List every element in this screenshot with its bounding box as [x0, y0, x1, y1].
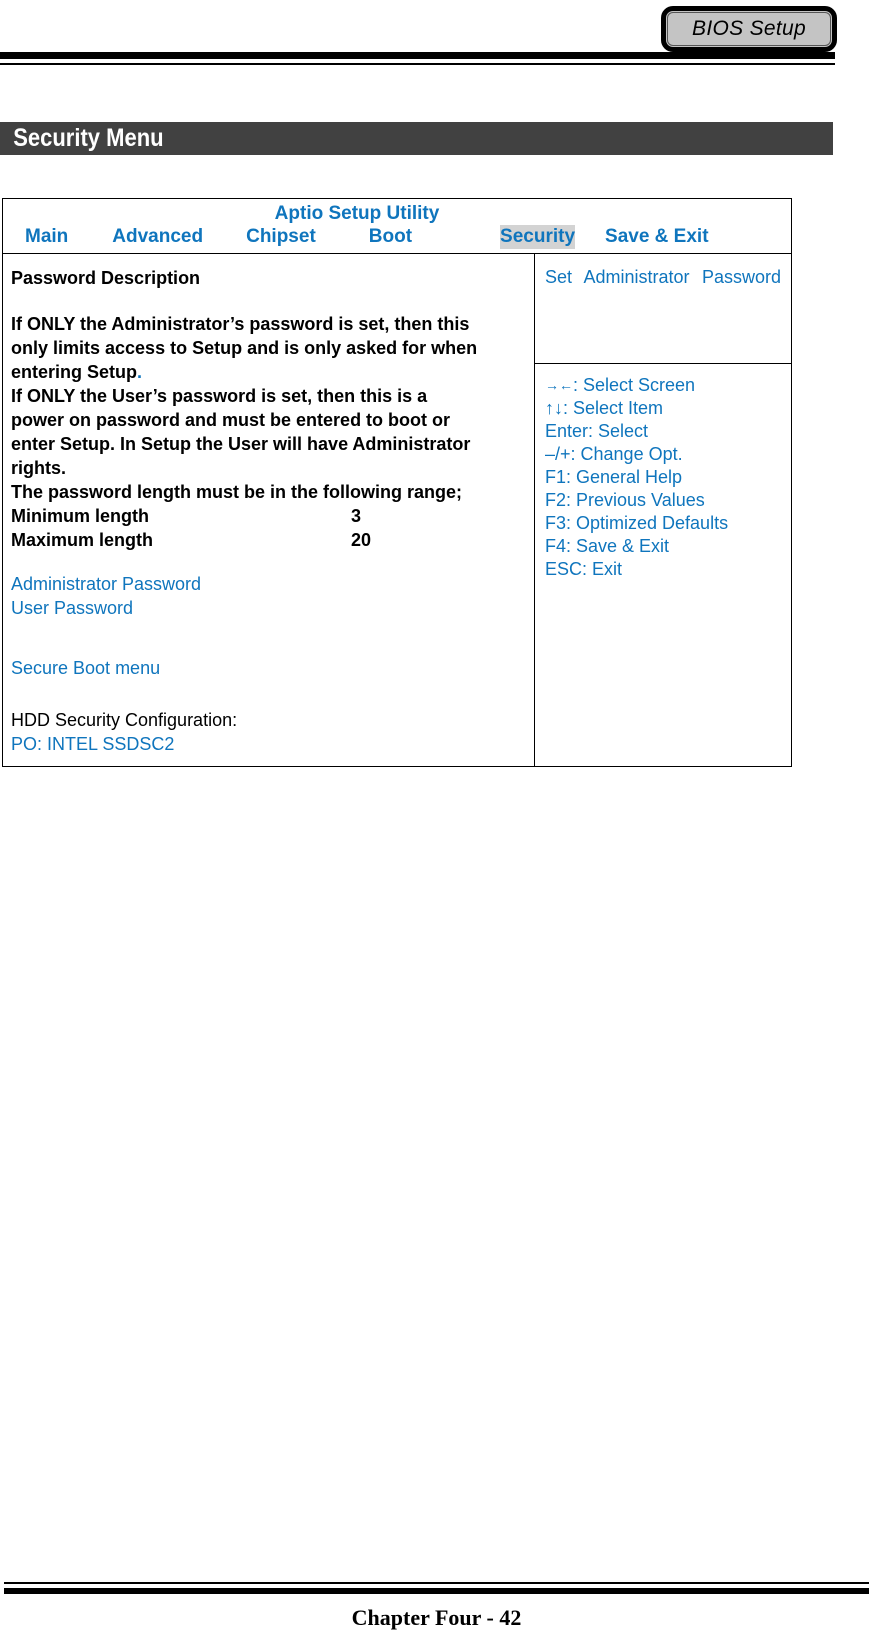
tab-save-and-exit[interactable]: Save & Exit [605, 225, 709, 249]
bios-tab-bar: Main Advanced Chipset Boot Security Save… [3, 225, 791, 249]
key-legend-enter-select: Enter: Select [545, 421, 649, 441]
key-legend-label: : Select Item [563, 398, 664, 418]
key-legend-panel: →←: Select Screen ↑↓: Select Item Enter:… [535, 364, 791, 766]
minimum-length-label: Minimum length [11, 506, 149, 526]
bios-setup-tab-inner: BIOS Setup [667, 12, 831, 46]
key-legend-select-screen: →←: Select Screen [545, 374, 781, 397]
bios-menu-header: Aptio Setup Utility Main Advanced Chipse… [3, 199, 791, 254]
footer-rule-thin [4, 1582, 869, 1584]
key-legend-general-help: F1: General Help [545, 467, 683, 487]
footer-page-label: Chapter Four - 42 [351, 1605, 522, 1630]
tab-security[interactable]: Security [500, 225, 576, 249]
bios-setup-tab-label: BIOS Setup [692, 17, 806, 40]
bios-left-pane: Password Description If ONLY the Adminis… [3, 254, 535, 766]
desc-line: power on password and must be entered to… [11, 410, 451, 430]
bios-right-pane: Set Administrator Password →←: Select Sc… [535, 254, 791, 766]
menu-item-secure-boot-menu[interactable]: Secure Boot menu [11, 656, 528, 680]
bios-setup-tab: BIOS Setup [661, 6, 837, 52]
up-down-arrow-icon: ↑↓ [545, 398, 563, 418]
header-rule-thin [0, 63, 835, 65]
bios-body: Password Description If ONLY the Adminis… [3, 254, 791, 766]
desc-line: If ONLY the Administrator’s password is … [11, 314, 470, 334]
desc-trailing-dot: . [137, 362, 143, 382]
desc-line-text: entering Setup [11, 362, 138, 382]
bios-screen: Aptio Setup Utility Main Advanced Chipse… [2, 198, 792, 767]
key-legend-optimized-defaults: F3: Optimized Defaults [545, 513, 729, 533]
page-title: Security Menu [13, 124, 164, 152]
utility-title: Aptio Setup Utility [274, 203, 440, 224]
help-panel: Set Administrator Password [535, 254, 791, 364]
desc-line: only limits access to Setup and is only … [11, 338, 478, 358]
password-description-heading: Password Description [11, 268, 201, 288]
tab-boot[interactable]: Boot [369, 225, 412, 249]
maximum-length-value: 20 [351, 530, 372, 550]
section-title-bar: Security Menu [0, 122, 833, 155]
maximum-length-label: Maximum length [11, 530, 154, 550]
key-legend-esc-exit: ESC: Exit [545, 559, 623, 579]
key-legend-save-and-exit: F4: Save & Exit [545, 536, 670, 556]
password-description-text: If ONLY the Administrator’s password is … [11, 312, 528, 504]
help-text: Set Administrator Password [545, 267, 781, 287]
key-legend-label: : Select Screen [573, 375, 696, 395]
footer-rule-thick [4, 1588, 869, 1594]
hdd-security-configuration-heading: HDD Security Configuration: [11, 710, 238, 730]
menu-item-administrator-password[interactable]: Administrator Password [11, 572, 528, 596]
desc-line: If ONLY the User’s password is set, then… [11, 386, 428, 406]
menu-item-user-password[interactable]: User Password [11, 596, 528, 620]
minimum-length-row: Minimum length 3 [11, 504, 528, 528]
menu-item-hdd-device[interactable]: PO: INTEL SSDSC2 [11, 732, 528, 756]
header-rule-thick [0, 52, 835, 59]
key-legend-change-opt: –/+: Change Opt. [545, 444, 683, 464]
desc-line: entering Setup. [11, 360, 528, 384]
key-legend-previous-values: F2: Previous Values [545, 490, 705, 510]
left-right-arrow-icon: →← [545, 377, 573, 393]
tab-advanced[interactable]: Advanced [112, 225, 203, 249]
minimum-length-value: 3 [351, 506, 362, 526]
tab-chipset[interactable]: Chipset [246, 225, 316, 249]
desc-line: enter Setup. In Setup the User will have… [11, 434, 471, 454]
desc-line: The password length must be in the follo… [11, 482, 463, 502]
key-legend-select-item: ↑↓: Select Item [545, 397, 781, 420]
maximum-length-row: Maximum length 20 [11, 528, 528, 552]
tab-main[interactable]: Main [25, 225, 68, 249]
desc-line: rights. [11, 458, 67, 478]
